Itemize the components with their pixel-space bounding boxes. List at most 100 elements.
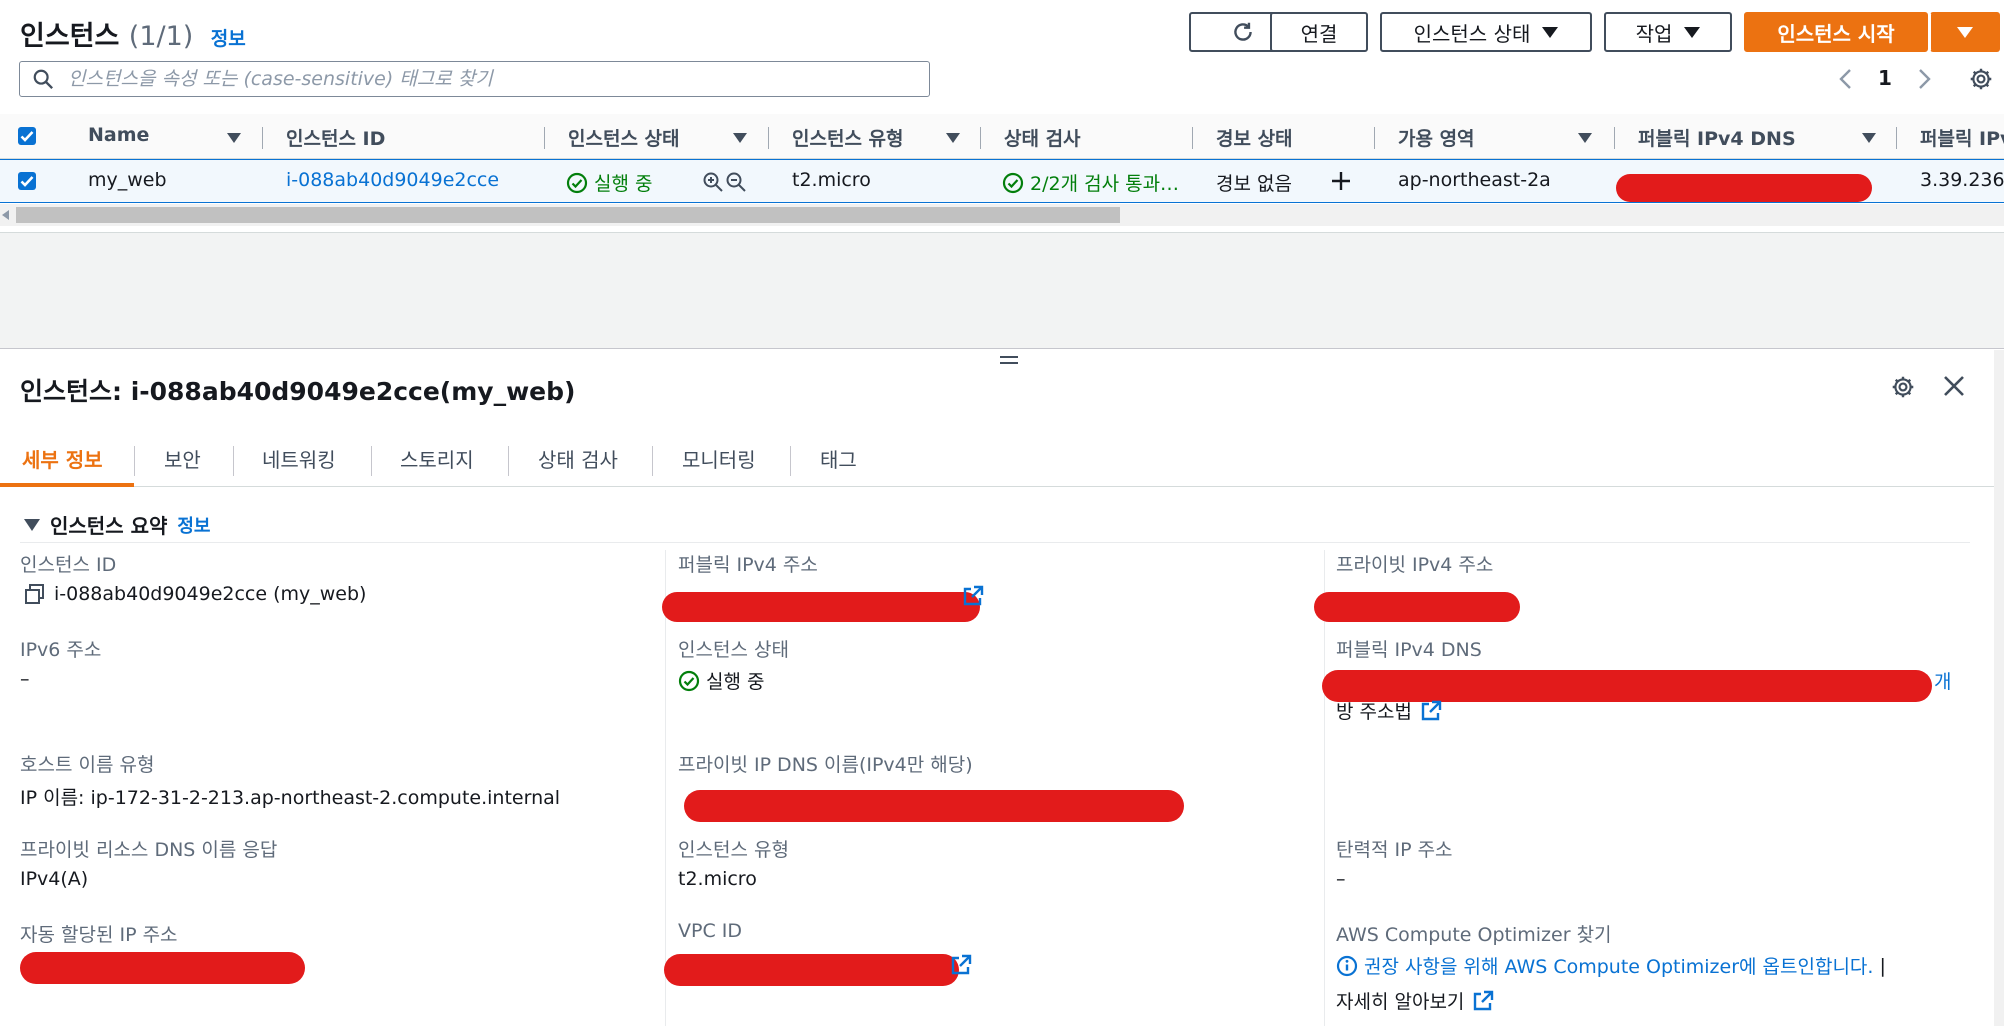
public-dns-open-link[interactable]: 방 주소법 bbox=[1336, 697, 1442, 724]
refresh-icon bbox=[1230, 19, 1256, 45]
external-link-icon[interactable] bbox=[950, 954, 972, 976]
vpc-id-label: VPC ID bbox=[678, 920, 742, 942]
elastic-ip-value: – bbox=[1336, 868, 1346, 890]
sort-icon[interactable] bbox=[1862, 133, 1876, 143]
page-title-text: 인스턴스 bbox=[20, 21, 120, 52]
active-tab-indicator bbox=[0, 483, 134, 487]
tab-divider bbox=[371, 446, 372, 476]
col-public-dns[interactable]: 퍼블릭 IPv4 DNS bbox=[1638, 124, 1796, 151]
row-status-check: 2/2개 검사 통과… bbox=[1002, 169, 1179, 196]
redaction-mark bbox=[684, 790, 1184, 822]
instance-state-value: 실행 중 bbox=[678, 667, 764, 694]
horizontal-scrollbar[interactable] bbox=[0, 204, 2004, 226]
copy-icon[interactable] bbox=[24, 583, 46, 605]
column-divider[interactable] bbox=[1896, 127, 1897, 149]
row-checkbox[interactable] bbox=[18, 172, 36, 190]
section-info-link[interactable]: 정보 bbox=[177, 512, 210, 538]
col-status-check[interactable]: 상태 검사 bbox=[1004, 124, 1081, 151]
next-page-icon[interactable] bbox=[1914, 66, 1934, 92]
actions-button[interactable]: 작업 bbox=[1604, 12, 1732, 52]
vertical-scrollbar[interactable] bbox=[1994, 350, 2004, 1026]
external-link-icon bbox=[1472, 990, 1494, 1012]
tab-details[interactable]: 세부 정보 bbox=[22, 444, 103, 473]
connect-button-label: 연결 bbox=[1300, 21, 1338, 46]
column-divider[interactable] bbox=[544, 127, 545, 149]
resize-handle[interactable] bbox=[1000, 356, 1018, 368]
zoom-in-icon[interactable] bbox=[702, 171, 724, 193]
tab-divider bbox=[652, 446, 653, 476]
column-divider[interactable] bbox=[980, 127, 981, 149]
col-instance-state[interactable]: 인스턴스 상태 bbox=[568, 124, 680, 151]
launch-instance-dropdown[interactable] bbox=[1930, 12, 2000, 52]
sort-icon[interactable] bbox=[733, 133, 747, 143]
column-divider[interactable] bbox=[768, 127, 769, 149]
private-resource-dns-value: IPv4(A) bbox=[20, 868, 89, 890]
sort-icon[interactable] bbox=[1578, 133, 1592, 143]
external-link-icon[interactable] bbox=[962, 585, 984, 607]
learn-more-text: 자세히 알아보기 bbox=[1336, 991, 1465, 1013]
tab-status-checks[interactable]: 상태 검사 bbox=[538, 444, 618, 473]
row-instance-id-link[interactable]: i-088ab40d9049e2cce bbox=[286, 169, 499, 191]
tab-monitoring[interactable]: 모니터링 bbox=[682, 444, 756, 473]
search-input[interactable] bbox=[66, 67, 920, 91]
caret-down-icon bbox=[1956, 26, 1973, 38]
info-link[interactable]: 정보 bbox=[211, 28, 246, 50]
gear-icon[interactable] bbox=[1968, 66, 1994, 92]
connect-button[interactable]: 연결 bbox=[1270, 12, 1368, 52]
learn-more-link[interactable]: 자세히 알아보기 bbox=[1336, 987, 1494, 1014]
check-circle-icon bbox=[1002, 172, 1024, 194]
col-public-ip[interactable]: 퍼블릭 IPv bbox=[1920, 124, 2004, 151]
col-alarm-status[interactable]: 경보 상태 bbox=[1216, 124, 1293, 151]
search-box bbox=[19, 61, 930, 97]
instance-state-button[interactable]: 인스턴스 상태 bbox=[1380, 12, 1592, 52]
page-number[interactable]: 1 bbox=[1878, 66, 1892, 90]
row-status-check-text: 2/2개 검사 통과… bbox=[1030, 173, 1180, 195]
sort-icon[interactable] bbox=[227, 133, 241, 143]
sort-icon[interactable] bbox=[946, 133, 960, 143]
prev-page-icon[interactable] bbox=[1836, 66, 1856, 92]
hostname-type-value: IP 이름: ip-172-31-2-213.ap-northeast-2.co… bbox=[20, 787, 561, 809]
column-divider[interactable] bbox=[262, 127, 263, 149]
external-link-icon bbox=[1420, 700, 1442, 722]
select-all-checkbox[interactable] bbox=[18, 127, 36, 145]
scrollbar-thumb[interactable] bbox=[16, 207, 1120, 223]
page-title: 인스턴스 (1/1) 정보 bbox=[20, 14, 246, 53]
section-divider bbox=[20, 542, 1970, 543]
instance-count: (1/1) bbox=[128, 21, 194, 52]
close-icon[interactable] bbox=[1942, 374, 1966, 398]
detail-tabs: 세부 정보 보안 네트워킹 스토리지 상태 검사 모니터링 태그 bbox=[0, 436, 2004, 487]
col-availability-zone[interactable]: 가용 영역 bbox=[1398, 124, 1475, 151]
gear-icon[interactable] bbox=[1890, 374, 1916, 400]
public-dns-link-tail[interactable]: 개 bbox=[1934, 667, 1951, 694]
launch-instance-button[interactable]: 인스턴스 시작 bbox=[1744, 12, 1928, 52]
section-header[interactable]: 인스턴스 요약 정보 bbox=[24, 510, 211, 539]
private-dns-label: 프라이빗 IP DNS 이름(IPv4만 해당) bbox=[678, 754, 973, 776]
public-dns-open-text: 방 주소법 bbox=[1336, 701, 1412, 723]
caret-down-icon bbox=[1684, 26, 1701, 38]
instance-state-text: 실행 중 bbox=[706, 671, 765, 693]
tab-divider bbox=[790, 446, 791, 476]
column-divider[interactable] bbox=[1374, 127, 1375, 149]
row-name: my_web bbox=[88, 169, 167, 191]
row-availability-zone: ap-northeast-2a bbox=[1398, 169, 1551, 191]
column-divider[interactable] bbox=[1614, 127, 1615, 149]
column-divider[interactable] bbox=[1192, 127, 1193, 149]
col-instance-id[interactable]: 인스턴스 ID bbox=[286, 124, 385, 151]
plus-icon[interactable] bbox=[1330, 170, 1352, 192]
redaction-mark bbox=[1616, 174, 1872, 202]
redaction-mark bbox=[664, 954, 959, 986]
tab-storage[interactable]: 스토리지 bbox=[400, 444, 474, 473]
redaction-mark bbox=[1314, 592, 1520, 622]
table-row[interactable]: my_web i-088ab40d9049e2cce 실행 중 t2.micro… bbox=[0, 159, 2004, 203]
tab-networking[interactable]: 네트워킹 bbox=[262, 444, 336, 473]
row-state: 실행 중 bbox=[566, 169, 652, 196]
col-instance-type[interactable]: 인스턴스 유형 bbox=[792, 124, 904, 151]
tab-security[interactable]: 보안 bbox=[164, 444, 201, 473]
zoom-out-icon[interactable] bbox=[725, 171, 747, 193]
col-name[interactable]: Name bbox=[88, 124, 149, 146]
caret-down-icon bbox=[1542, 26, 1559, 38]
tab-tags[interactable]: 태그 bbox=[820, 444, 857, 473]
scroll-left-icon[interactable] bbox=[2, 210, 10, 220]
private-resource-dns-label: 프라이빗 리소스 DNS 이름 응답 bbox=[20, 839, 278, 861]
optimizer-opt-in-link[interactable]: 권장 사항을 위해 AWS Compute Optimizer에 옵트인합니다. bbox=[1364, 952, 1873, 979]
